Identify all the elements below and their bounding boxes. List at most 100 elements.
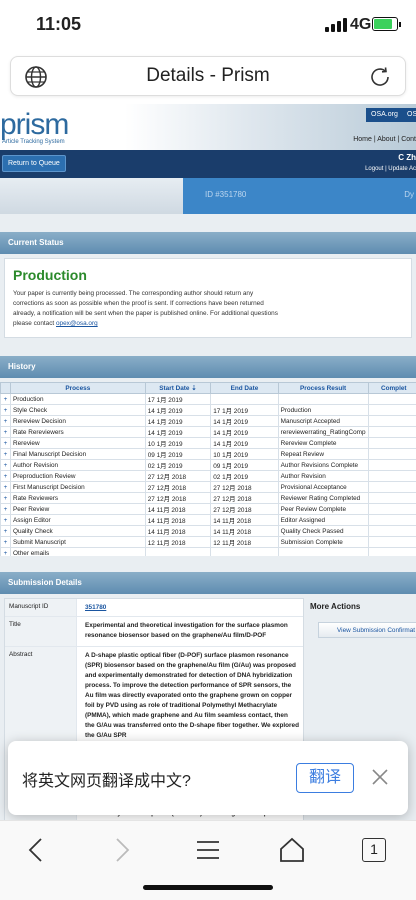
result-cell: Author Revisions Complete [277,459,369,471]
complete-cell [367,514,416,526]
expand-icon[interactable]: + [0,426,11,438]
submission-heading: Submission Details [0,572,416,594]
end-date-cell [210,547,279,556]
start-date-cell: 27 12月 2018 [144,470,212,482]
id-label: ID #351780 [205,190,247,199]
col-complete[interactable]: Complet [367,382,416,394]
top-links[interactable]: Home | About | Cont [353,136,416,143]
process-cell: Assign Editor [9,514,146,526]
manuscript-id-row: Manuscript ID 351780 [5,599,303,617]
process-cell: Rereview Decision [9,415,146,427]
table-row[interactable]: + Rereview Decision 14 1月 2019 14 1月 2019 Ma… [0,415,416,427]
complete-cell [367,525,416,537]
table-row[interactable]: + Rereview 10 1月 2019 14 1月 2019 Rereview Co… [0,437,416,449]
table-row[interactable]: + Submit Manuscript 12 11月 2018 12 11月 2018… [0,536,416,548]
tabs-button[interactable]: 1 [362,838,386,862]
expand-icon[interactable]: + [0,514,11,526]
end-date-cell: 14 11月 2018 [210,514,279,526]
back-icon[interactable] [22,835,52,865]
result-cell: Rereview Complete [277,437,369,449]
manuscript-id-link[interactable]: 351780 [85,604,106,611]
history-panel: Process Start Date ⇣ End Date Process Re… [0,382,416,556]
title-row: Title Experimental and theoretical inves… [5,617,303,647]
current-status-heading: Current Status [0,232,416,254]
expand-icon[interactable]: + [0,448,11,460]
close-icon[interactable] [368,765,392,789]
end-date-cell [210,393,279,405]
return-to-queue-button[interactable]: Return to Queue [2,155,66,172]
complete-cell [367,426,416,438]
expand-icon[interactable]: + [0,547,11,556]
menu-icon[interactable] [193,835,223,865]
current-status-panel: Production Your paper is currently being… [4,258,412,338]
expand-icon[interactable]: + [0,415,11,427]
start-date-cell: 14 1月 2019 [144,426,212,438]
forward-icon[interactable] [106,835,136,865]
end-date-cell: 14 11月 2018 [210,525,279,537]
status-text: Your paper is currently being processed.… [13,290,278,327]
col-end-date[interactable]: End Date [210,382,279,394]
start-date-cell: 14 11月 2018 [144,503,212,515]
expand-icon[interactable]: + [0,481,11,493]
address-bar[interactable]: Details - Prism [10,56,406,96]
table-row[interactable]: + Preproduction Review 27 12月 2018 02 1月 20… [0,470,416,482]
complete-cell [367,404,416,416]
page-title: Details - Prism [146,65,270,86]
expand-icon[interactable]: + [0,459,11,471]
osa-link[interactable]: OSA [402,108,416,122]
user-links[interactable]: Logout | Update Ac [365,166,416,172]
end-date-cell: 12 11月 2018 [210,536,279,548]
table-row[interactable]: + Rate Rereviewers 14 1月 2019 14 1月 2019 rer… [0,426,416,438]
complete-cell [367,547,416,556]
col-start-date[interactable]: Start Date ⇣ [144,382,212,394]
expand-icon[interactable]: + [0,525,11,537]
result-cell: Quality Check Passed [277,525,369,537]
reload-icon[interactable] [367,64,393,90]
expand-icon[interactable]: + [0,470,11,482]
nav-bar: Return to Queue C Zh Logout | Update Ac [0,150,416,178]
site-header: prism Article Tracking System OSA.org OS… [0,104,416,150]
expand-icon[interactable]: + [0,536,11,548]
table-row[interactable]: + Rate Reviewers 27 12月 2018 27 12月 2018 Rev… [0,492,416,504]
home-icon[interactable] [277,835,307,865]
table-row[interactable]: + Peer Review 14 11月 2018 27 12月 2018 Peer R… [0,503,416,515]
col-process-result[interactable]: Process Result [277,382,369,394]
table-row[interactable]: + Author Revision 02 1月 2019 09 1月 2019 Auth… [0,459,416,471]
process-cell: Rate Reviewers [9,492,146,504]
view-submission-button[interactable]: View Submission Confirmat [318,622,416,638]
user-name: C Zh [398,153,416,162]
contact-email-link[interactable]: opex@osa.org [56,320,98,327]
end-date-cell: 02 1月 2019 [210,470,279,482]
table-row[interactable]: + Assign Editor 14 11月 2018 14 11月 2018 Edit… [0,514,416,526]
table-row[interactable]: + Final Manuscript Decision 09 1月 2019 10 1… [0,448,416,460]
process-cell: Author Revision [9,459,146,471]
complete-cell [367,415,416,427]
expand-icon[interactable]: + [0,393,11,405]
expand-icon[interactable]: + [0,437,11,449]
result-cell: rereviewerrating_RatingComp [277,426,369,438]
start-date-cell [144,547,212,556]
translate-button[interactable]: 翻译 [296,763,354,793]
end-date-cell: 09 1月 2019 [210,459,279,471]
expand-icon[interactable]: + [0,492,11,504]
start-date-cell: 02 1月 2019 [144,459,212,471]
table-row[interactable]: + Other emails [0,547,416,556]
start-date-cell: 12 11月 2018 [144,536,212,548]
expand-icon[interactable]: + [0,404,11,416]
end-date-cell: 27 12月 2018 [210,492,279,504]
end-date-cell: 17 1月 2019 [210,404,279,416]
table-row[interactable]: + Style Check 14 1月 2019 17 1月 2019 Producti… [0,404,416,416]
table-row[interactable]: + First Manuscript Decision 27 12月 2018 27 … [0,481,416,493]
start-date-cell: 17 1月 2019 [144,393,212,405]
status-bar: 11:05 4G [0,0,416,50]
table-row[interactable]: + Quality Check 14 11月 2018 14 11月 2018 Qual… [0,525,416,537]
prism-logo[interactable]: prism [0,108,69,142]
logo-text: prism [0,108,69,141]
table-row[interactable]: + Production 17 1月 2019 [0,393,416,405]
complete-cell [367,448,416,460]
col-process[interactable]: Process [9,382,146,394]
start-date-cell: 27 12月 2018 [144,492,212,504]
osa-org-link[interactable]: OSA.org [366,108,403,122]
result-cell: Provisional Acceptance [277,481,369,493]
expand-icon[interactable]: + [0,503,11,515]
